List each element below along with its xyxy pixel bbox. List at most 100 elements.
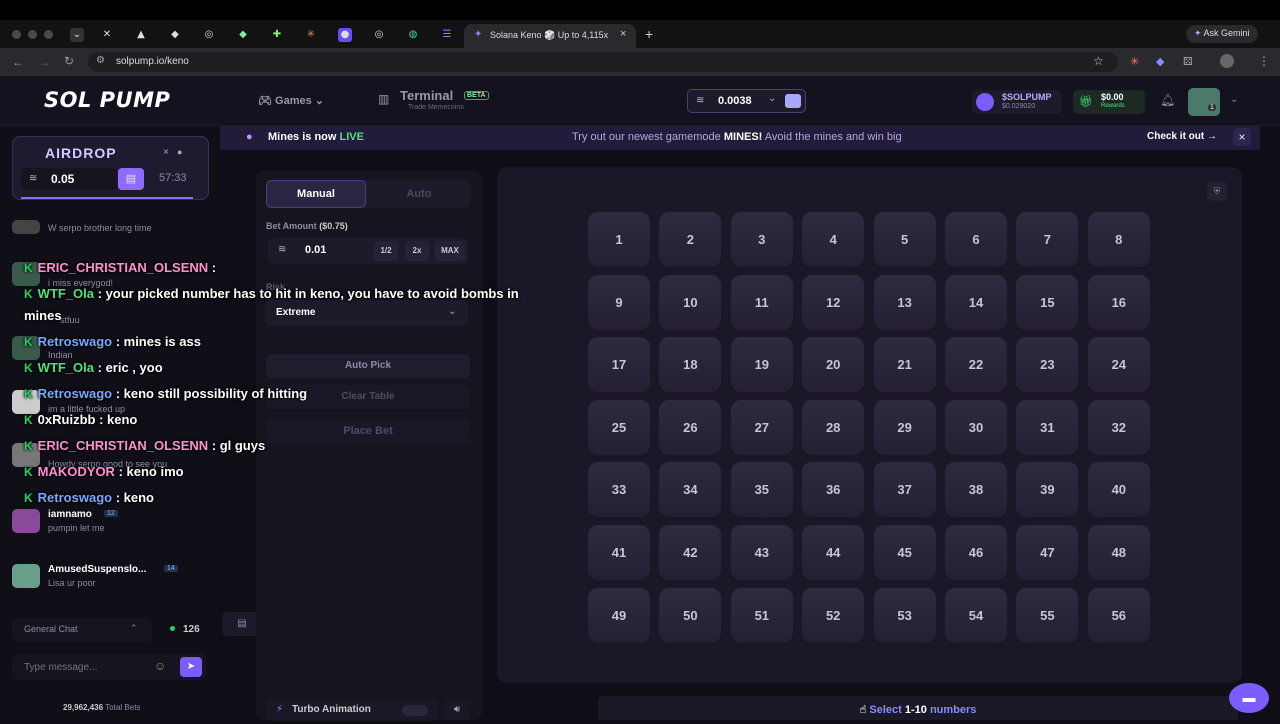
banner-close-button[interactable]: × <box>1233 128 1251 146</box>
keno-number-53[interactable]: 53 <box>873 587 936 643</box>
keno-number-3[interactable]: 3 <box>730 212 793 267</box>
keno-number-39[interactable]: 39 <box>1016 462 1079 518</box>
double-bet-button[interactable]: 2x <box>405 241 429 261</box>
keno-number-28[interactable]: 28 <box>802 399 865 455</box>
close-tab-icon[interactable]: × <box>620 28 626 40</box>
tab-icon[interactable]: ◎ <box>372 28 386 42</box>
extension-icon[interactable]: ◆ <box>1156 55 1164 68</box>
solpump-logo[interactable]: SOL PUMP <box>44 88 170 112</box>
keno-number-23[interactable]: 23 <box>1016 337 1079 393</box>
keno-number-25[interactable]: 25 <box>588 399 650 455</box>
keno-number-31[interactable]: 31 <box>1016 399 1079 455</box>
wallet-balance[interactable]: ≋ 0.0038 ⌄ <box>687 89 806 113</box>
info-icon[interactable]: ● <box>177 147 182 157</box>
tab-icon[interactable]: ☰ <box>440 28 454 42</box>
support-chat-icon[interactable]: ▬ <box>1229 683 1269 713</box>
keno-number-12[interactable]: 12 <box>802 274 865 330</box>
tab-icon[interactable]: ◆ <box>236 28 250 42</box>
close-icon[interactable]: × <box>163 147 169 158</box>
keno-number-50[interactable]: 50 <box>659 587 722 643</box>
emoji-icon[interactable]: ☺ <box>154 659 166 673</box>
keno-number-34[interactable]: 34 <box>659 462 722 518</box>
back-icon[interactable]: ← <box>12 55 24 69</box>
keno-number-1[interactable]: 1 <box>588 212 650 267</box>
keno-number-33[interactable]: 33 <box>588 462 650 518</box>
keno-number-51[interactable]: 51 <box>730 587 793 643</box>
x-tab-icon[interactable]: ✕ <box>100 28 114 42</box>
keno-number-13[interactable]: 13 <box>873 274 936 330</box>
keno-number-18[interactable]: 18 <box>659 337 722 393</box>
tab-list-icon[interactable]: ⌄ <box>70 28 84 42</box>
keno-number-21[interactable]: 21 <box>873 337 936 393</box>
tab-solana-keno[interactable]: Solana Keno 🎲 Up to 4,115x <box>464 24 636 48</box>
bet-amount-input[interactable]: 0.01 <box>305 244 326 256</box>
keno-number-24[interactable]: 24 <box>1087 337 1150 393</box>
tab-icon[interactable]: ▲ <box>134 28 148 42</box>
address-bar[interactable]: solpump.io/keno <box>88 52 1118 72</box>
keno-number-14[interactable]: 14 <box>945 274 1007 330</box>
tab-icon[interactable]: ✳ <box>304 28 318 42</box>
tab-icon[interactable]: ✚ <box>270 28 284 42</box>
wallet-icon[interactable] <box>785 94 801 108</box>
keno-number-45[interactable]: 45 <box>873 525 936 580</box>
keno-number-19[interactable]: 19 <box>730 337 793 393</box>
airdrop-deposit-button[interactable]: ▤ <box>118 168 144 190</box>
keno-number-56[interactable]: 56 <box>1087 587 1150 643</box>
keno-number-48[interactable]: 48 <box>1087 525 1150 580</box>
keno-number-2[interactable]: 2 <box>659 212 722 267</box>
half-bet-button[interactable]: 1/2 <box>374 241 398 261</box>
keno-number-26[interactable]: 26 <box>659 399 722 455</box>
tab-manual[interactable]: Manual <box>266 180 366 208</box>
reload-icon[interactable]: ↻ <box>64 54 74 68</box>
keno-number-6[interactable]: 6 <box>945 212 1007 267</box>
keno-number-54[interactable]: 54 <box>945 587 1007 643</box>
keno-number-22[interactable]: 22 <box>945 337 1007 393</box>
keno-number-9[interactable]: 9 <box>588 274 650 330</box>
keno-number-32[interactable]: 32 <box>1087 399 1150 455</box>
keno-number-43[interactable]: 43 <box>730 525 793 580</box>
keno-number-15[interactable]: 15 <box>1016 274 1079 330</box>
check-it-out-link[interactable]: Check it out → <box>1147 131 1217 142</box>
extensions-puzzle-icon[interactable]: ⚄ <box>1183 55 1193 68</box>
keno-number-42[interactable]: 42 <box>659 525 722 580</box>
keno-number-47[interactable]: 47 <box>1016 525 1079 580</box>
tab-auto[interactable]: Auto <box>368 180 470 208</box>
forward-icon[interactable]: → <box>38 55 50 69</box>
keno-number-46[interactable]: 46 <box>945 525 1007 580</box>
keno-number-55[interactable]: 55 <box>1016 587 1079 643</box>
keno-number-5[interactable]: 5 <box>873 212 936 267</box>
keno-number-49[interactable]: 49 <box>588 587 650 643</box>
site-info-icon[interactable]: ⚙ <box>96 55 105 66</box>
sound-icon[interactable]: 🔊︎ <box>444 700 470 720</box>
browser-menu-icon[interactable]: ⋮ <box>1258 54 1270 68</box>
send-icon[interactable]: ➤ <box>180 657 202 677</box>
terminal-link[interactable]: ▥ Terminal BETA Trade Memecoins <box>378 88 498 116</box>
window-minimize-dot[interactable] <box>28 30 37 39</box>
tab-icon[interactable]: ◎ <box>202 28 216 42</box>
solpump-token-price[interactable]: $SOLPUMP $0.029020 <box>972 90 1062 114</box>
window-close-dot[interactable] <box>12 30 21 39</box>
chat-channel-select[interactable]: General Chat ⌃ <box>12 618 152 642</box>
keno-number-20[interactable]: 20 <box>802 337 865 393</box>
bookmark-star-icon[interactable]: ☆ <box>1093 54 1104 68</box>
keno-number-30[interactable]: 30 <box>945 399 1007 455</box>
keno-number-37[interactable]: 37 <box>873 462 936 518</box>
keno-number-11[interactable]: 11 <box>730 274 793 330</box>
chevron-down-icon[interactable]: ⌄ <box>1230 94 1238 105</box>
rewards-button[interactable]: 🎁︎ $0.00 Rewards <box>1073 90 1145 114</box>
user-avatar[interactable]: 1 <box>1188 88 1220 116</box>
ask-gemini-button[interactable]: ✦ Ask Gemini <box>1186 25 1258 43</box>
games-menu[interactable]: 🎮︎ Games ⌄ <box>258 94 324 107</box>
new-tab-button[interactable]: + <box>645 26 653 42</box>
tab-icon[interactable]: ◆ <box>168 28 182 42</box>
keno-number-16[interactable]: 16 <box>1087 274 1150 330</box>
keno-number-8[interactable]: 8 <box>1087 212 1150 267</box>
keno-number-52[interactable]: 52 <box>802 587 865 643</box>
keno-number-10[interactable]: 10 <box>659 274 722 330</box>
keno-number-27[interactable]: 27 <box>730 399 793 455</box>
profile-icon[interactable] <box>1220 54 1234 68</box>
tab-icon[interactable]: ● <box>338 28 352 42</box>
extension-icon[interactable]: ✳ <box>1130 55 1139 68</box>
turbo-toggle[interactable] <box>402 705 428 716</box>
keno-number-7[interactable]: 7 <box>1016 212 1079 267</box>
